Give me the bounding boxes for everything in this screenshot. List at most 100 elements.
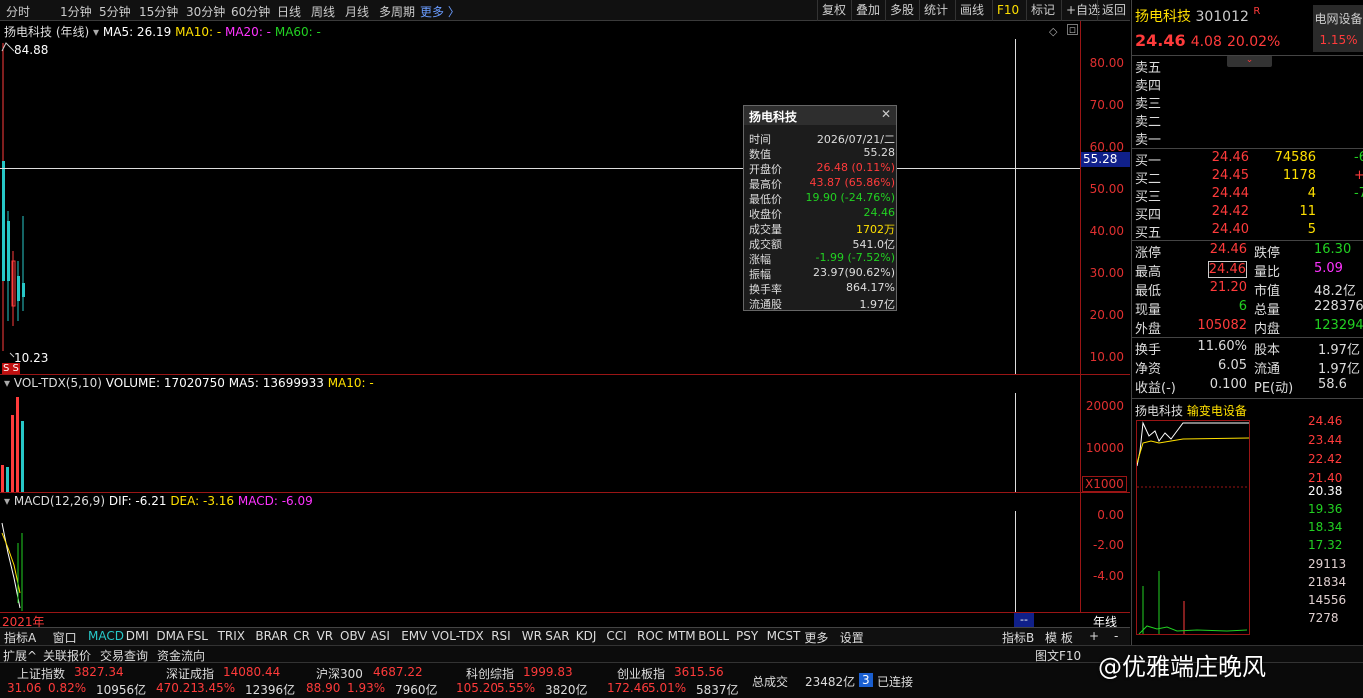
bid-label: 买一 xyxy=(1135,154,1162,169)
diamond-icon[interactable]: ◇ xyxy=(1049,25,1057,38)
indicator-tab[interactable]: RSI xyxy=(491,629,511,643)
indicator-tab[interactable]: TRIX xyxy=(218,629,245,643)
indicator-tab[interactable]: CR xyxy=(293,629,310,643)
bid-row[interactable]: 买二 24.45 1178 +7 xyxy=(1132,168,1363,187)
indicator-right-tab[interactable]: + xyxy=(1089,629,1099,643)
draw-line-button[interactable]: 画线 xyxy=(955,0,988,21)
indicator-tab[interactable]: MTM xyxy=(668,629,696,643)
period-tab-multi[interactable]: 多周期 xyxy=(379,3,415,20)
index-name[interactable]: 创业板指 xyxy=(617,665,665,682)
period-tab-15min[interactable]: 15分钟 xyxy=(139,3,178,20)
close-icon[interactable]: ✕ xyxy=(881,107,891,121)
stat-row: 涨停 24.46 跌停 16.30 xyxy=(1132,242,1363,261)
period-tab-1min[interactable]: 1分钟 xyxy=(60,3,92,20)
bid-row[interactable]: 买四 24.42 11 xyxy=(1132,204,1363,223)
period-tab-5min[interactable]: 5分钟 xyxy=(99,3,131,20)
indicator-tab[interactable]: DMI xyxy=(126,629,149,643)
restore-window-icon[interactable]: ▫ xyxy=(1067,24,1078,35)
ask-row[interactable]: 卖四 xyxy=(1132,75,1363,94)
mini-sector-name[interactable]: 输变电设备 xyxy=(1187,404,1247,418)
index-name[interactable]: 沪深300 xyxy=(316,665,363,682)
volume-panel[interactable]: ▾ VOL-TDX(5,10) VOLUME: 17020750 MA5: 13… xyxy=(0,375,1130,493)
indicator-right-tab[interactable]: 指标B xyxy=(1002,629,1034,646)
divider xyxy=(1132,240,1363,241)
indicator-tab[interactable]: 窗口 xyxy=(53,629,77,646)
indicator-tab[interactable]: KDJ xyxy=(576,629,597,643)
volume-bar xyxy=(6,467,9,492)
f10-button[interactable]: F10 xyxy=(992,0,1023,21)
bid-price: 24.42 xyxy=(1211,204,1249,219)
macd-panel[interactable]: ▾ MACD(12,26,9) DIF: -6.21 DEA: -3.16 MA… xyxy=(0,493,1130,612)
indicator-tab[interactable]: SAR xyxy=(545,629,569,643)
period-tab-weekly[interactable]: 周线 xyxy=(311,3,335,20)
bid-row[interactable]: 买三 24.44 4 -7 xyxy=(1132,186,1363,205)
ask-row[interactable]: 卖一 xyxy=(1132,129,1363,148)
high-marker xyxy=(1,42,15,52)
divider xyxy=(1132,398,1363,399)
period-tab-monthly[interactable]: 月线 xyxy=(345,3,369,20)
period-tab-more[interactable]: 更多 〉 xyxy=(420,3,460,20)
indicator-tab[interactable]: ROC xyxy=(637,629,663,643)
tooltip-key: 成交量 xyxy=(749,223,782,236)
ask-row[interactable]: 卖三 xyxy=(1132,93,1363,112)
indicator-tab[interactable]: VR xyxy=(317,629,334,643)
indicator-tab[interactable]: MACD xyxy=(88,629,124,643)
indicator-tab[interactable]: MCST xyxy=(767,629,801,643)
overlay-button[interactable]: 叠加 xyxy=(851,0,884,21)
indicator-tab[interactable]: OBV xyxy=(340,629,366,643)
volume-value: VOLUME: 17020750 xyxy=(105,376,225,390)
multi-stock-button[interactable]: 多股 xyxy=(885,0,918,21)
indicator-tab[interactable]: 指标A xyxy=(4,629,36,646)
indicator-tab[interactable]: VOL-TDX xyxy=(432,629,484,643)
stat-value: 1.97亿 xyxy=(1318,343,1360,358)
indicator-tab[interactable]: DMA xyxy=(156,629,184,643)
indicator-right-tab[interactable]: 模 板 xyxy=(1045,629,1073,646)
stat-value: 11.60% xyxy=(1197,339,1247,354)
bid-row[interactable]: 买五 24.40 5 xyxy=(1132,222,1363,241)
statistics-button[interactable]: 统计 xyxy=(919,0,952,21)
stat-label: 跌停 xyxy=(1254,246,1281,261)
indicator-tab[interactable]: ASI xyxy=(371,629,390,643)
stat-label: 最低 xyxy=(1135,284,1162,299)
ma20-label: MA20: - xyxy=(224,25,272,39)
kline-collapse-icon[interactable]: ▾ xyxy=(93,25,99,39)
tooltip-row: 时间 2026/07/21/二 xyxy=(744,131,898,146)
fuquan-button[interactable]: 复权 xyxy=(817,0,850,21)
indicator-tab[interactable]: PSY xyxy=(736,629,758,643)
mark-button[interactable]: 标记 xyxy=(1026,0,1059,21)
index-name[interactable]: 上证指数 xyxy=(17,665,65,682)
kline-panel[interactable]: 扬电科技 (年线) ▾ MA5: 26.19 MA10: - MA20: - M… xyxy=(0,21,1130,375)
indicator-tab[interactable]: BRAR xyxy=(255,629,288,643)
indicator-tab[interactable]: BOLL xyxy=(698,629,729,643)
indicator-tab[interactable]: CCI xyxy=(606,629,626,643)
mini-volume-tick: 29113 xyxy=(1308,557,1347,571)
sector-box[interactable]: 电网设备 1.15% xyxy=(1313,5,1363,52)
volume-tick: 20000 xyxy=(1085,399,1124,413)
bid-row[interactable]: 买一 24.46 74586 -6 xyxy=(1132,150,1363,169)
indicator-tab[interactable]: EMV xyxy=(401,629,427,643)
price-row: 24.46 4.08 20.02% xyxy=(1135,31,1280,50)
indicator-tab[interactable]: 设置 xyxy=(840,629,864,646)
period-tab-60min[interactable]: 60分钟 xyxy=(231,3,270,20)
index-change: 172.46 xyxy=(607,681,649,695)
mini-intraday-chart[interactable] xyxy=(1136,420,1250,635)
dif-line xyxy=(1,522,21,609)
date-axis: 2021年 -- 年线 xyxy=(0,612,1130,629)
ask-row[interactable]: 卖二 xyxy=(1132,111,1363,130)
back-button[interactable]: 返回 xyxy=(1097,0,1130,21)
indicator-right-tab[interactable]: - xyxy=(1114,629,1118,643)
ask-row[interactable]: 卖五 xyxy=(1132,57,1363,76)
indicator-tab[interactable]: 更多 xyxy=(804,629,828,646)
index-name[interactable]: 科创综指 xyxy=(466,665,514,682)
index-amount: 12396亿 xyxy=(245,683,296,697)
period-tab-daily[interactable]: 日线 xyxy=(277,3,301,20)
connection-status[interactable]: 已连接 xyxy=(877,673,913,690)
period-tab-30min[interactable]: 30分钟 xyxy=(186,3,225,20)
tooltip-title: 扬电科技 ✕ xyxy=(744,106,896,125)
indicator-tab[interactable]: WR xyxy=(522,629,542,643)
stat-value: 228376 xyxy=(1314,299,1363,314)
period-tab-fenshi[interactable]: 分时 xyxy=(6,3,30,20)
index-name[interactable]: 深证成指 xyxy=(166,665,214,682)
indicator-tab[interactable]: FSL xyxy=(187,629,208,643)
tooltip-value: 1702万 xyxy=(856,223,895,236)
